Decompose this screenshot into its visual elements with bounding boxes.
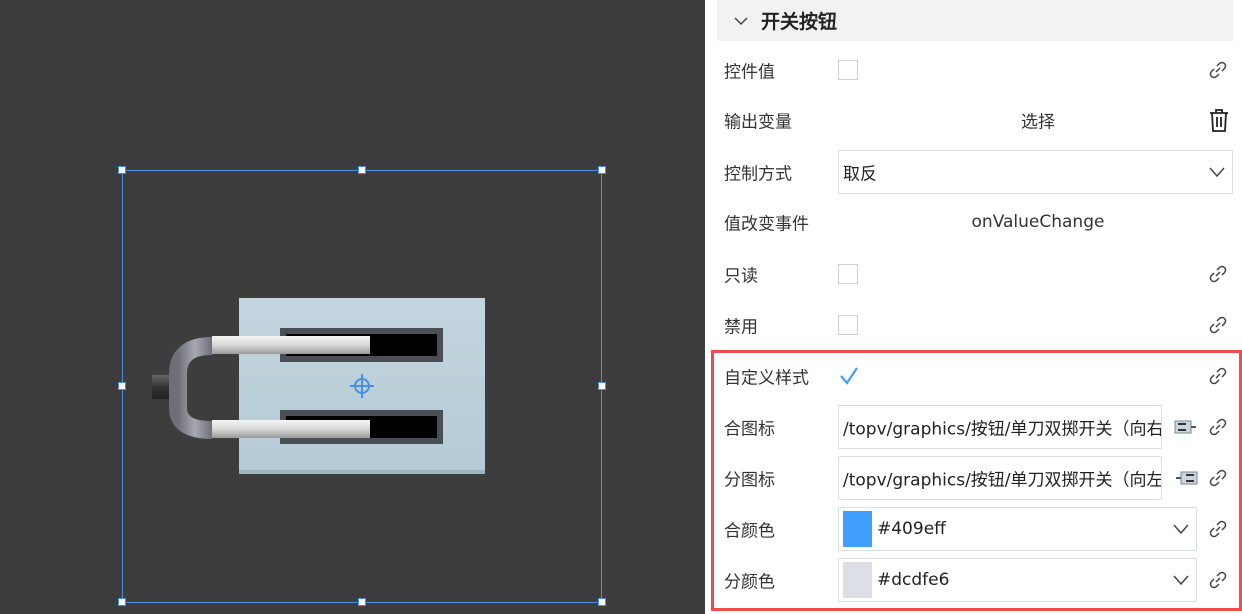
switch-right-thumbnail-icon[interactable] <box>1173 418 1199 436</box>
row-close-color: 合颜色 #409eff <box>717 506 1237 552</box>
section-title: 开关按钮 <box>761 11 838 33</box>
trash-icon[interactable] <box>1207 107 1231 133</box>
value-change-event-value[interactable]: onValueChange <box>838 212 1238 232</box>
link-icon[interactable] <box>1207 416 1229 438</box>
resize-handle-n[interactable] <box>358 166 366 174</box>
row-close-icon: 合图标 /topv/graphics/按钮/单刀双掷开关（向右 <box>717 404 1237 450</box>
chevron-down-icon <box>1173 575 1189 586</box>
link-icon[interactable] <box>1207 467 1229 489</box>
open-icon-path-input[interactable]: /topv/graphics/按钮/单刀双掷开关（向左 <box>838 456 1162 500</box>
open-icon-label: 分图标 <box>724 470 775 491</box>
resize-handle-sw[interactable] <box>118 598 126 606</box>
row-disabled: 禁用 <box>717 302 1237 348</box>
open-icon-path-value: /topv/graphics/按钮/单刀双掷开关（向左 <box>843 470 1162 491</box>
switch-left-thumbnail-icon[interactable] <box>1173 469 1199 487</box>
control-value-checkbox[interactable] <box>838 60 858 80</box>
link-icon[interactable] <box>1207 59 1229 81</box>
control-mode-label: 控制方式 <box>724 164 792 185</box>
readonly-checkbox[interactable] <box>838 264 858 284</box>
row-open-color: 分颜色 #dcdfe6 <box>717 557 1237 603</box>
custom-style-label: 自定义样式 <box>724 368 809 389</box>
link-icon[interactable] <box>1207 569 1229 591</box>
open-color-picker[interactable]: #dcdfe6 <box>838 558 1197 602</box>
resize-handle-nw[interactable] <box>118 166 126 174</box>
close-color-picker[interactable]: #409eff <box>838 507 1197 551</box>
resize-handle-s[interactable] <box>358 598 366 606</box>
resize-handle-se[interactable] <box>598 598 606 606</box>
section-header[interactable]: 开关按钮 <box>717 0 1233 41</box>
link-icon[interactable] <box>1207 314 1229 336</box>
row-custom-style: 自定义样式 <box>717 353 1237 399</box>
chevron-down-icon <box>1209 167 1225 178</box>
chevron-down-icon <box>734 16 748 25</box>
resize-handle-e[interactable] <box>598 382 606 390</box>
row-value-change-event: 值改变事件 onValueChange <box>717 199 1237 245</box>
control-value-label: 控件值 <box>724 62 775 83</box>
close-color-value: #409eff <box>877 519 946 539</box>
readonly-label: 只读 <box>724 266 758 287</box>
open-color-label: 分颜色 <box>724 572 775 593</box>
row-open-icon: 分图标 /topv/graphics/按钮/单刀双掷开关（向左 <box>717 455 1237 501</box>
close-color-swatch <box>843 511 872 547</box>
property-panel: 开关按钮 控件值 输出变量 选择 控制方式 取反 值改变事件 onValueCh… <box>705 0 1242 614</box>
close-icon-path-value: /topv/graphics/按钮/单刀双掷开关（向右 <box>843 419 1162 440</box>
design-canvas[interactable] <box>0 0 705 614</box>
link-icon[interactable] <box>1207 365 1229 387</box>
row-control-value: 控件值 <box>717 47 1237 93</box>
row-control-mode: 控制方式 取反 <box>717 149 1237 195</box>
chevron-down-icon <box>1173 524 1189 535</box>
control-mode-select[interactable]: 取反 <box>838 150 1233 194</box>
link-icon[interactable] <box>1207 263 1229 285</box>
row-readonly: 只读 <box>717 251 1237 297</box>
disabled-checkbox[interactable] <box>838 315 858 335</box>
close-icon-path-input[interactable]: /topv/graphics/按钮/单刀双掷开关（向右 <box>838 405 1162 449</box>
close-color-label: 合颜色 <box>724 521 775 542</box>
checkmark-icon[interactable] <box>838 365 860 387</box>
resize-handle-ne[interactable] <box>598 166 606 174</box>
value-change-event-label: 值改变事件 <box>724 214 809 235</box>
output-variable-label: 输出变量 <box>724 112 792 133</box>
open-color-value: #dcdfe6 <box>877 570 950 590</box>
control-mode-value: 取反 <box>843 164 877 185</box>
disabled-label: 禁用 <box>724 317 758 338</box>
row-output-variable: 输出变量 选择 <box>717 97 1237 143</box>
selection-box[interactable] <box>122 170 602 603</box>
resize-handle-w[interactable] <box>118 382 126 390</box>
open-color-swatch <box>843 562 872 598</box>
output-variable-select-link[interactable]: 选择 <box>838 108 1238 133</box>
close-icon-label: 合图标 <box>724 419 775 440</box>
link-icon[interactable] <box>1207 518 1229 540</box>
